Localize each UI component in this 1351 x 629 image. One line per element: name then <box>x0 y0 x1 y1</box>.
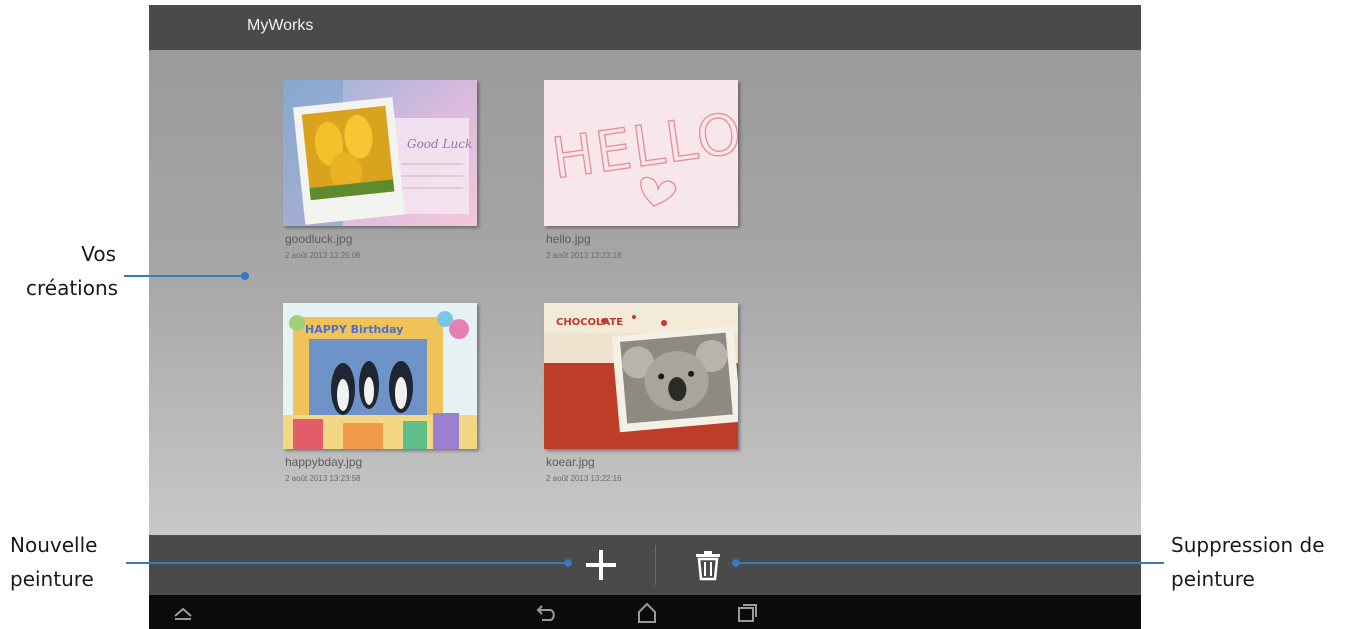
koala-card-thumbnail[interactable]: CHOCOLATE <box>544 303 738 449</box>
callout-line-2: peinture <box>10 567 94 591</box>
action-bar <box>149 535 1141 595</box>
work-date: 2 août 2013 13:23:58 <box>285 474 361 483</box>
plus-icon <box>586 550 616 580</box>
work-filename: happybday.jpg <box>285 455 363 469</box>
tablet-screen: MyWorks Good Luck goodluck.jpg 2 août 20… <box>149 5 1141 629</box>
back-icon <box>536 605 555 621</box>
works-gallery: Good Luck goodluck.jpg 2 août 2013 13:25… <box>149 50 1141 535</box>
birthday-overlay-text: HAPPY Birthday <box>305 323 403 336</box>
title-bar: MyWorks <box>149 5 1141 50</box>
delete-painting-button[interactable] <box>686 543 730 587</box>
callout-line-1: Suppression de <box>1171 533 1325 557</box>
work-filename: koear.jpg <box>546 455 595 469</box>
callout-line-2: peinture <box>1171 567 1255 591</box>
creations-leader-dot <box>241 272 249 280</box>
new-painting-leader-line <box>126 562 568 564</box>
new-painting-button[interactable] <box>579 543 623 587</box>
work-date: 2 août 2013 13:22:16 <box>546 474 622 483</box>
creations-callout: Vos créations <box>26 237 119 305</box>
recent-apps-icon <box>738 604 757 622</box>
creations-leader-line <box>124 275 245 277</box>
work-filename: hello.jpg <box>546 232 591 246</box>
callout-line-2: créations <box>26 276 119 300</box>
new-painting-callout: Nouvelle peinture <box>10 528 97 596</box>
trash-icon <box>696 551 720 581</box>
delete-painting-leader-line <box>736 562 1164 564</box>
callout-line-1: Nouvelle <box>10 533 98 557</box>
nav-back-button[interactable] <box>533 599 561 625</box>
work-date: 2 août 2013 13:25:06 <box>285 251 361 260</box>
work-filename: goodluck.jpg <box>285 232 353 246</box>
home-icon <box>638 602 656 623</box>
new-painting-leader-dot <box>564 559 572 567</box>
action-divider <box>655 545 656 585</box>
hello-drawing-thumbnail[interactable]: HELLO <box>544 80 738 226</box>
koala-overlay-text: CHOCOLATE <box>556 317 623 328</box>
goodluck-overlay-text: Good Luck <box>407 137 472 151</box>
callout-line-1: Vos <box>81 242 116 266</box>
system-nav-bar <box>149 595 1141 629</box>
birthday-card-thumbnail[interactable]: HAPPY Birthday <box>283 303 477 449</box>
app-title: MyWorks <box>247 17 314 34</box>
work-date: 2 août 2013 13:23:18 <box>546 251 622 260</box>
delete-painting-leader-dot <box>732 559 740 567</box>
goodluck-card-thumbnail[interactable]: Good Luck <box>283 80 477 226</box>
nav-recent-apps-button[interactable] <box>733 599 761 625</box>
nav-up-button[interactable] <box>169 599 197 625</box>
nav-home-button[interactable] <box>633 599 661 625</box>
delete-painting-callout: Suppression de peinture <box>1171 528 1325 596</box>
up-chevron-icon <box>174 607 192 620</box>
